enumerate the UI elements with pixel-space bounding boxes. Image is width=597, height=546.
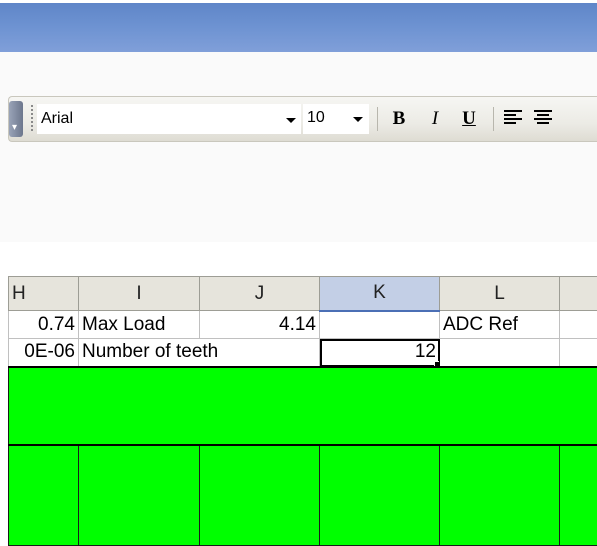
- cell-h-1[interactable]: 0.74: [9, 311, 79, 339]
- green-cell[interactable]: [560, 445, 597, 546]
- table-row: 0E-06 Number of teeth 12: [9, 339, 597, 367]
- bold-button[interactable]: B: [387, 104, 411, 134]
- column-header-k[interactable]: K: [320, 277, 440, 311]
- green-cell[interactable]: [79, 445, 200, 546]
- cell-l-1[interactable]: ADC Ref: [440, 311, 560, 339]
- window-title-bar: [0, 0, 597, 52]
- toolbar-grip[interactable]: [31, 105, 33, 133]
- table-row: 0.74 Max Load 4.14 ADC Ref: [9, 311, 597, 339]
- chevron-down-icon: ▾: [12, 123, 17, 133]
- column-header-i[interactable]: I: [79, 277, 200, 311]
- toolbar-area: [0, 52, 597, 242]
- cell-h-2[interactable]: 0E-06: [9, 339, 79, 367]
- formatting-toolbar: ▾ Arial 10 B I U: [8, 96, 597, 142]
- fill-handle[interactable]: [434, 361, 440, 367]
- column-header-l[interactable]: L: [440, 277, 560, 311]
- column-header-h[interactable]: H: [9, 277, 79, 311]
- green-cell[interactable]: [200, 445, 320, 546]
- font-size-dropdown-icon[interactable]: [353, 117, 363, 122]
- font-name-combobox[interactable]: Arial: [37, 104, 301, 134]
- font-size-combobox[interactable]: 10: [303, 104, 369, 134]
- font-name-value: Arial: [41, 110, 73, 128]
- table-row: [9, 445, 597, 546]
- green-cell[interactable]: [9, 445, 79, 546]
- column-header-row: H I J K L: [9, 277, 597, 311]
- green-merged-cell[interactable]: [9, 367, 597, 445]
- cell-k-1[interactable]: [320, 311, 440, 339]
- align-center-icon[interactable]: [533, 109, 553, 127]
- green-cell[interactable]: [440, 445, 560, 546]
- align-left-icon[interactable]: [503, 109, 523, 127]
- active-cell-value: 12: [415, 341, 436, 362]
- toolbar-options-chevron[interactable]: ▾: [9, 101, 23, 137]
- cell-l-2[interactable]: [440, 339, 560, 367]
- spreadsheet-grid: H I J K L 0.74 Max Load 4.14 ADC Ref 0E-…: [8, 276, 597, 546]
- cell-m-1[interactable]: [560, 311, 597, 339]
- cell-m-2[interactable]: [560, 339, 597, 367]
- toolbar-separator: [377, 107, 378, 131]
- underline-button[interactable]: U: [457, 104, 481, 134]
- cell-k-2-active[interactable]: 12: [320, 339, 440, 367]
- column-header-j[interactable]: J: [200, 277, 320, 311]
- cell-i-2[interactable]: Number of teeth: [79, 339, 200, 367]
- column-header-m[interactable]: [560, 277, 597, 311]
- italic-button[interactable]: I: [423, 104, 447, 134]
- font-size-value: 10: [307, 109, 325, 127]
- cell-i-1[interactable]: Max Load: [79, 311, 200, 339]
- table-row: [9, 367, 597, 445]
- worksheet-area: H I J K L 0.74 Max Load 4.14 ADC Ref 0E-…: [0, 242, 597, 545]
- toolbar-separator: [493, 107, 494, 131]
- cell-j-1[interactable]: 4.14: [200, 311, 320, 339]
- font-name-dropdown-icon[interactable]: [286, 118, 296, 123]
- green-cell[interactable]: [320, 445, 440, 546]
